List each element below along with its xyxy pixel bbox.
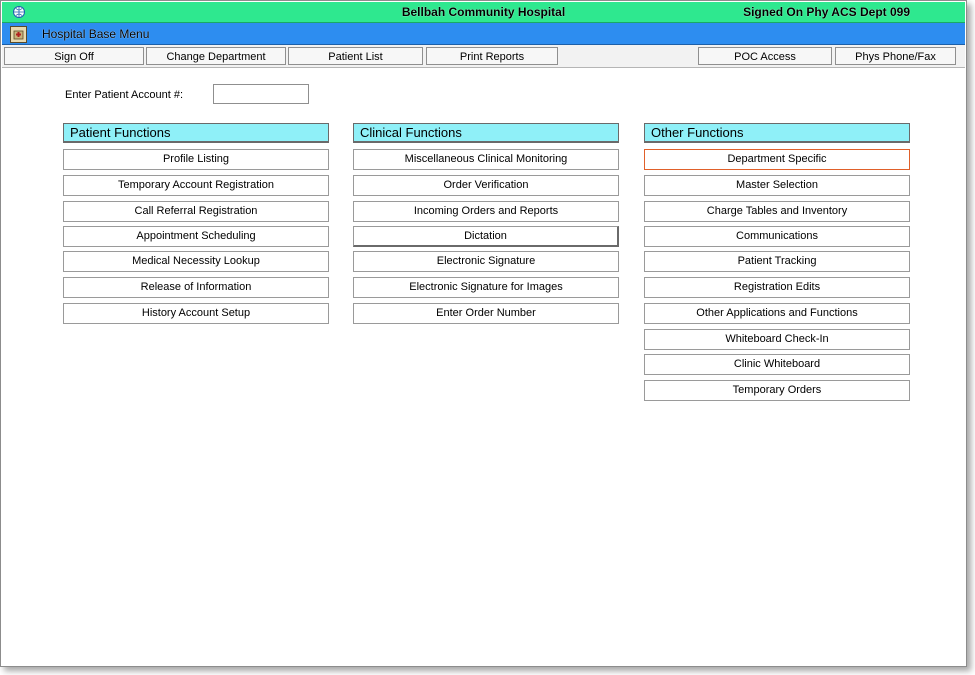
temporary-orders-button[interactable]: Temporary Orders (644, 380, 910, 401)
charge-tables-inventory-button[interactable]: Charge Tables and Inventory (644, 201, 910, 222)
patient-account-input[interactable] (213, 84, 309, 104)
incoming-orders-reports-button[interactable]: Incoming Orders and Reports (353, 201, 619, 222)
enter-order-number-button[interactable]: Enter Order Number (353, 303, 619, 324)
release-of-information-button[interactable]: Release of Information (63, 277, 329, 298)
hospital-icon (10, 26, 27, 43)
whiteboard-check-in-button[interactable]: Whiteboard Check-In (644, 329, 910, 350)
menu-title: Hospital Base Menu (42, 27, 150, 41)
call-referral-registration-button[interactable]: Call Referral Registration (63, 201, 329, 222)
electronic-signature-button[interactable]: Electronic Signature (353, 251, 619, 272)
medical-necessity-lookup-button[interactable]: Medical Necessity Lookup (63, 251, 329, 272)
print-reports-button[interactable]: Print Reports (426, 47, 558, 65)
toolbar: Sign Off Change Department Patient List … (2, 45, 965, 68)
misc-clinical-monitoring-button[interactable]: Miscellaneous Clinical Monitoring (353, 149, 619, 170)
communications-button[interactable]: Communications (644, 226, 910, 247)
department-specific-button[interactable]: Department Specific (644, 149, 910, 170)
order-verification-button[interactable]: Order Verification (353, 175, 619, 196)
clinical-functions-header: Clinical Functions (353, 123, 619, 143)
patient-tracking-button[interactable]: Patient Tracking (644, 251, 910, 272)
patient-list-button[interactable]: Patient List (288, 47, 423, 65)
temporary-account-registration-button[interactable]: Temporary Account Registration (63, 175, 329, 196)
history-account-setup-button[interactable]: History Account Setup (63, 303, 329, 324)
patient-functions-header: Patient Functions (63, 123, 329, 143)
clinic-whiteboard-button[interactable]: Clinic Whiteboard (644, 354, 910, 375)
appointment-scheduling-button[interactable]: Appointment Scheduling (63, 226, 329, 247)
electronic-signature-images-button[interactable]: Electronic Signature for Images (353, 277, 619, 298)
phys-phone-fax-button[interactable]: Phys Phone/Fax (835, 47, 956, 65)
profile-listing-button[interactable]: Profile Listing (63, 149, 329, 170)
title-bar: Bellbah Community Hospital Signed On Phy… (2, 2, 965, 23)
patient-account-label: Enter Patient Account #: (65, 89, 184, 101)
change-department-button[interactable]: Change Department (146, 47, 286, 65)
sign-off-button[interactable]: Sign Off (4, 47, 144, 65)
main-window: Bellbah Community Hospital Signed On Phy… (0, 0, 967, 667)
dictation-button[interactable]: Dictation (353, 226, 619, 247)
other-applications-button[interactable]: Other Applications and Functions (644, 303, 910, 324)
poc-access-button[interactable]: POC Access (698, 47, 832, 65)
signed-on-status: Signed On Phy ACS Dept 099 (743, 5, 910, 19)
master-selection-button[interactable]: Master Selection (644, 175, 910, 196)
other-functions-header: Other Functions (644, 123, 910, 143)
registration-edits-button[interactable]: Registration Edits (644, 277, 910, 298)
menu-title-bar: Hospital Base Menu (2, 23, 965, 45)
